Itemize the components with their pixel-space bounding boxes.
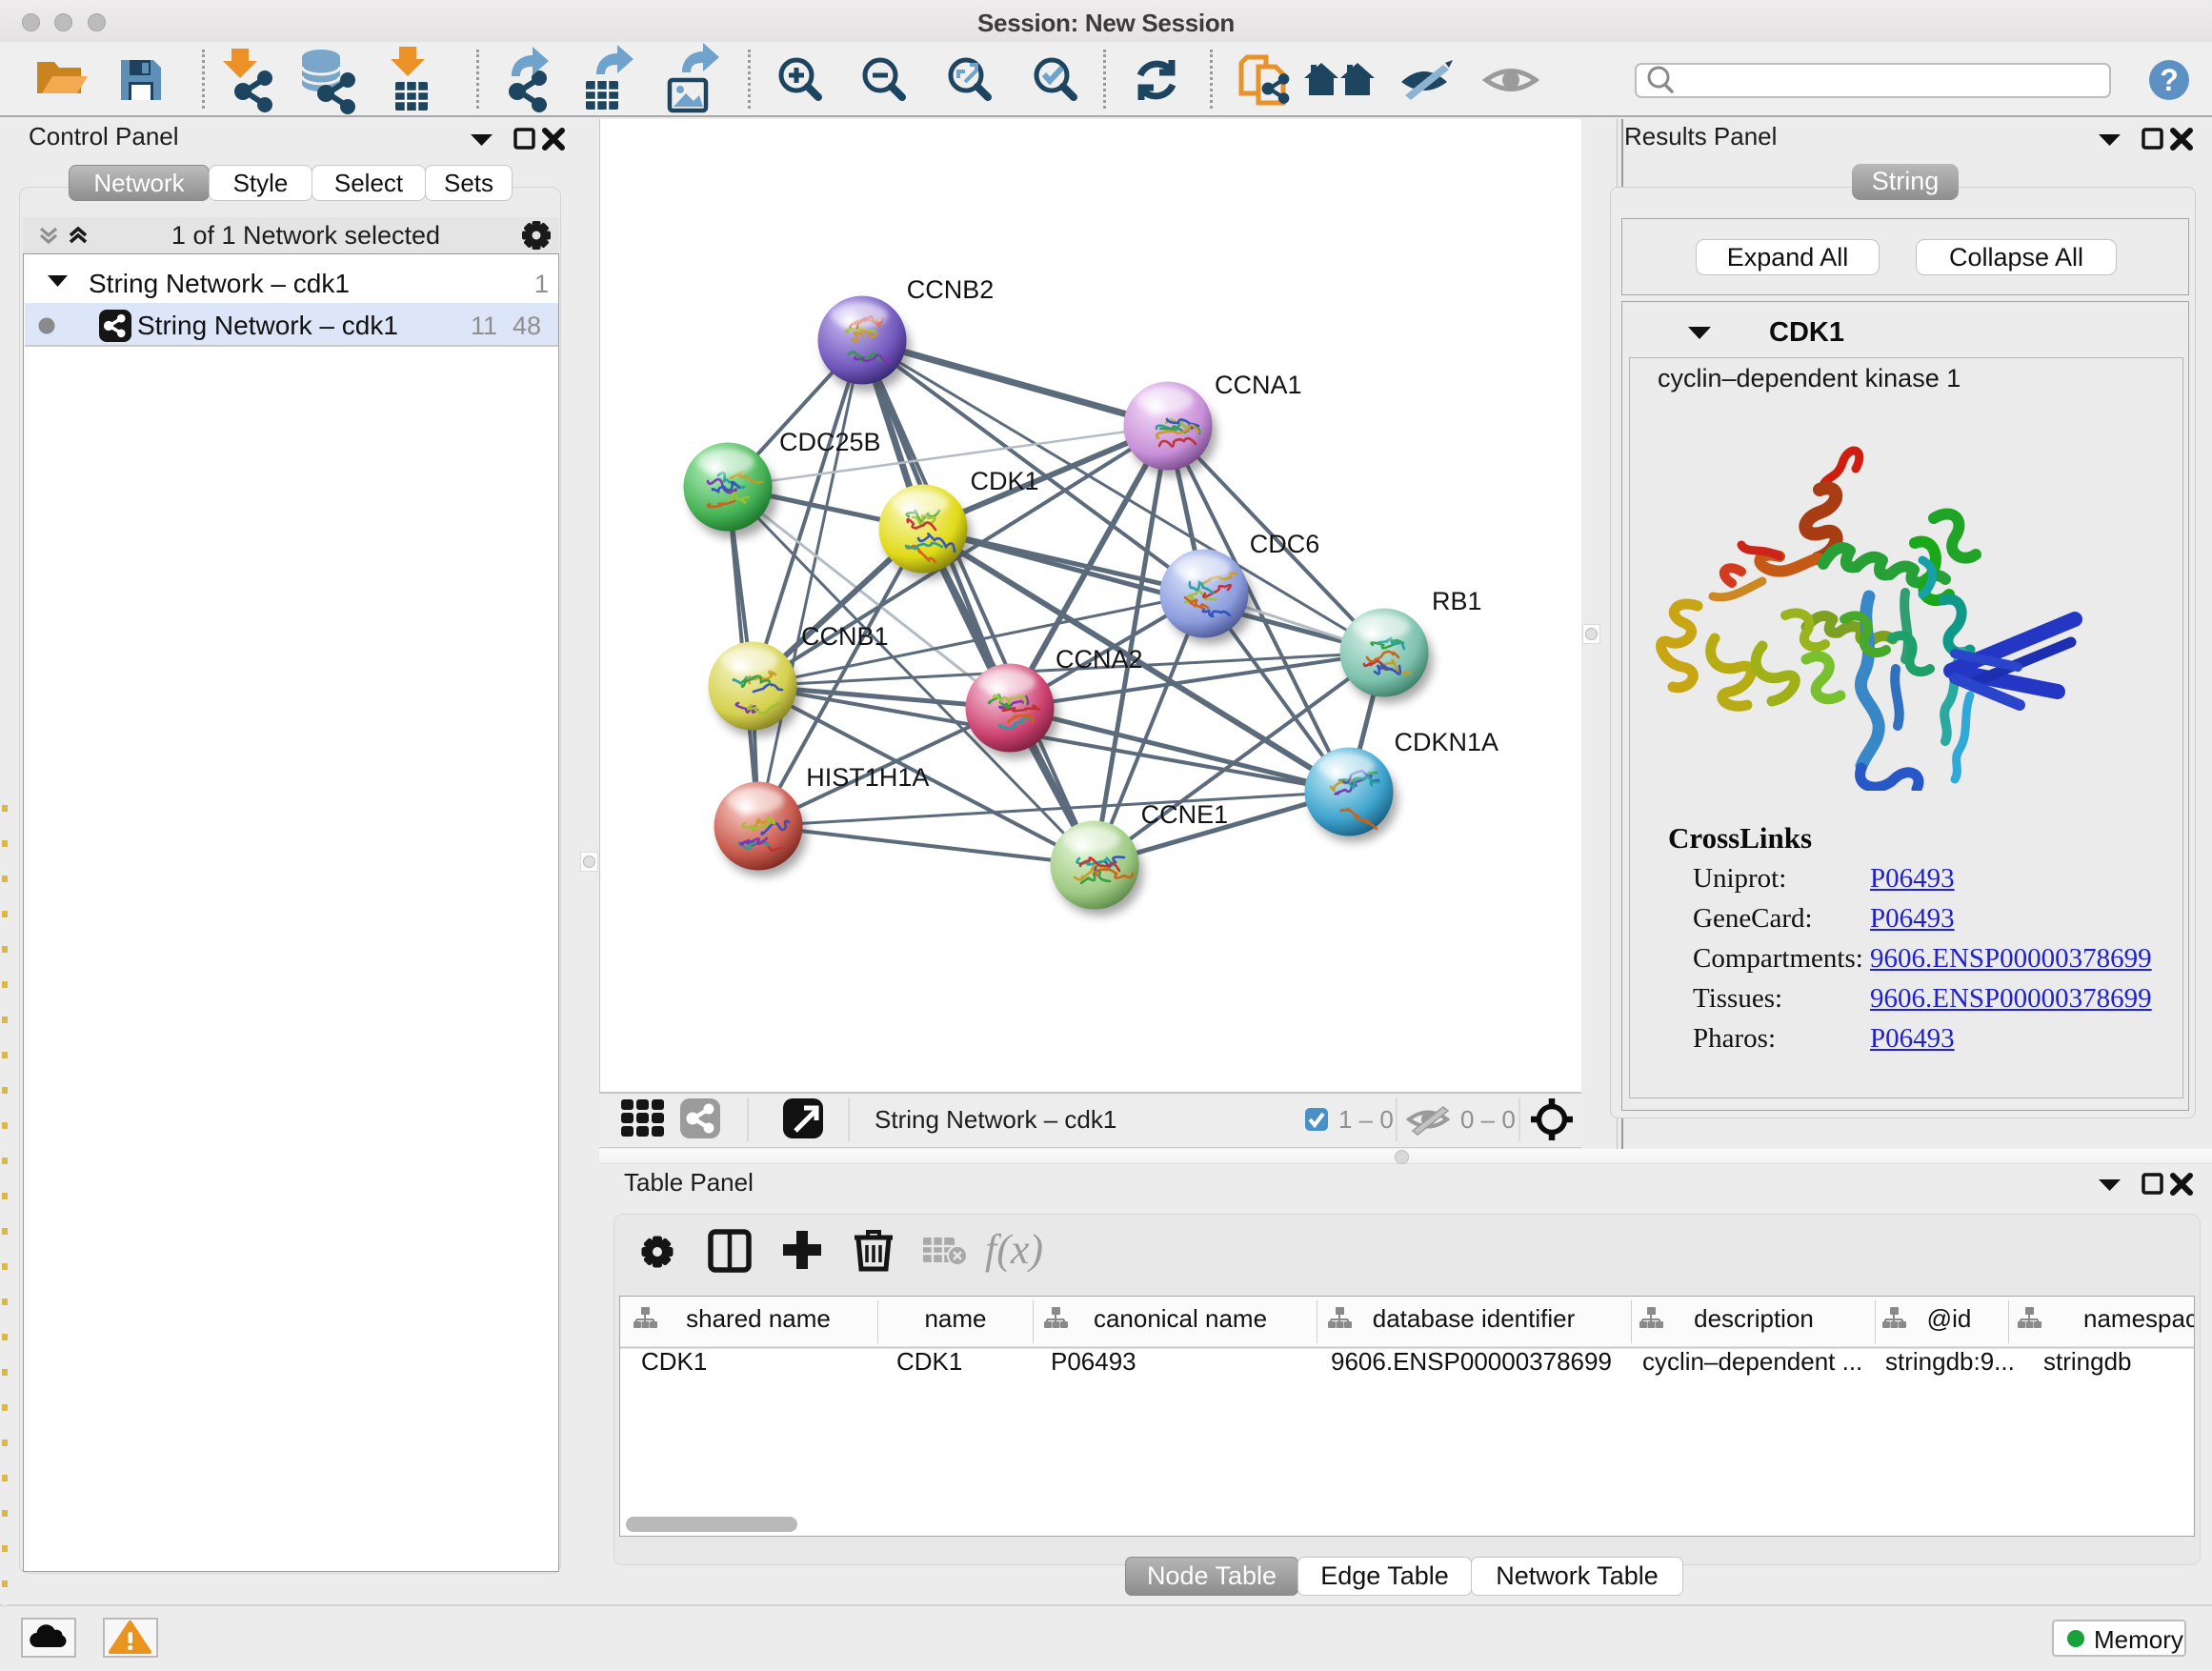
svg-text:shared name: shared name (686, 1304, 831, 1333)
svg-text:String Network – cdk1: String Network – cdk1 (137, 311, 398, 340)
svg-text:0 – 0: 0 – 0 (1460, 1105, 1516, 1134)
svg-text:HIST1H1A: HIST1H1A (806, 763, 929, 792)
svg-text:cyclin–dependent ...: cyclin–dependent ... (1642, 1347, 1862, 1376)
svg-text:48: 48 (513, 312, 541, 340)
svg-text:?: ? (2160, 63, 2179, 97)
svg-text:CDKN1A: CDKN1A (1395, 728, 1499, 756)
svg-text:namespac: namespac (2083, 1304, 2194, 1333)
svg-text:String Network – cdk1: String Network – cdk1 (89, 269, 350, 298)
svg-text:CCNA1: CCNA1 (1215, 371, 1302, 399)
svg-text:CCNB2: CCNB2 (907, 275, 995, 304)
svg-text:name: name (924, 1304, 986, 1333)
svg-text:1: 1 (534, 270, 549, 298)
svg-text:@id: @id (1927, 1304, 1972, 1333)
svg-text:1 of 1 Network selected: 1 of 1 Network selected (171, 221, 440, 250)
svg-text:CDK1: CDK1 (896, 1347, 962, 1376)
svg-text:CDC25B: CDC25B (779, 428, 881, 456)
svg-text:CCNB1: CCNB1 (801, 622, 889, 651)
svg-text:11: 11 (471, 312, 497, 340)
svg-text:1 – 0: 1 – 0 (1338, 1105, 1394, 1134)
svg-text:String Network – cdk1: String Network – cdk1 (875, 1105, 1116, 1134)
svg-text:f(x): f(x) (985, 1226, 1043, 1273)
svg-text:CCNE1: CCNE1 (1141, 800, 1229, 829)
svg-text:CCNA2: CCNA2 (1056, 645, 1143, 674)
svg-text:stringdb:9...: stringdb:9... (1885, 1347, 2015, 1376)
svg-text:database identifier: database identifier (1373, 1304, 1576, 1333)
svg-text:9606.ENSP00000378699: 9606.ENSP00000378699 (1331, 1347, 1612, 1376)
svg-text:CDK1: CDK1 (971, 467, 1039, 495)
svg-text:CDK1: CDK1 (1769, 317, 1844, 348)
svg-text:canonical name: canonical name (1094, 1304, 1267, 1333)
svg-text:CDC6: CDC6 (1250, 530, 1320, 558)
svg-text:P06493: P06493 (1051, 1347, 1136, 1376)
svg-text:CDK1: CDK1 (641, 1347, 707, 1376)
svg-text:RB1: RB1 (1432, 587, 1482, 615)
svg-text:stringdb: stringdb (2043, 1347, 2132, 1376)
svg-text:description: description (1694, 1304, 1814, 1333)
